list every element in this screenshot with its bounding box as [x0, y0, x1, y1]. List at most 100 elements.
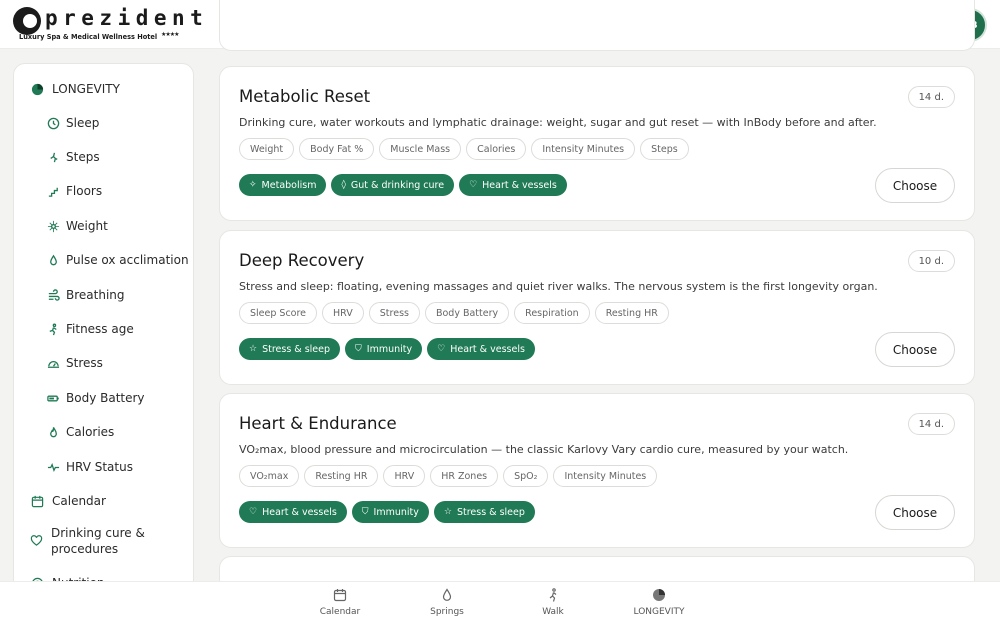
sidebar-item-body-battery[interactable]: Body Battery: [14, 389, 193, 407]
sidebar-item-label: Breathing: [66, 288, 125, 302]
sidebar-item-label: Stress: [66, 356, 103, 370]
sidebar-item-calories[interactable]: Calories: [14, 423, 193, 441]
nav-longevity[interactable]: LONGEVITY: [619, 588, 699, 617]
sidebar-section-longevity[interactable]: LONGEVITY: [14, 80, 193, 98]
heart-icon: ♡: [437, 344, 446, 354]
duration-badge: 14 d.: [907, 86, 955, 108]
sidebar-item-label: HRV Status: [66, 460, 133, 474]
sidebar-item-stress[interactable]: Stress: [14, 354, 193, 372]
choose-button[interactable]: Choose: [875, 168, 955, 203]
longevity-icon: [30, 82, 44, 96]
metric-chip: Resting HR: [594, 302, 669, 324]
shield-icon: ⛉: [355, 344, 362, 354]
stairs-icon: [46, 184, 60, 198]
focus-tag: ⛉ Immunity: [351, 501, 429, 523]
heart-icon: ♡: [249, 507, 258, 517]
weight-icon: [46, 219, 60, 233]
focus-tag: ☆ Stress & sleep: [239, 338, 341, 360]
sidebar-item-label: Pulse ox acclimation: [66, 253, 189, 267]
logo-wordmark: prezident: [45, 6, 209, 30]
program-title: Metabolic Reset: [239, 87, 371, 106]
star-icon: ☆: [249, 344, 258, 354]
sidebar-item-fitness-age[interactable]: Fitness age: [14, 320, 193, 338]
sidebar-section-label: LONGEVITY: [52, 82, 120, 96]
focus-tag: ☆ Stress & sleep: [433, 501, 535, 523]
focus-tag: ◊ Gut & drinking cure: [331, 174, 455, 196]
star-icon: ☆: [443, 507, 452, 517]
metric-chip: HRV: [383, 465, 426, 487]
program-card: Heart & Endurance 14 d. VO₂max, blood pr…: [219, 393, 975, 548]
nav-label: Calendar: [319, 607, 361, 617]
focus-tags: ☆ Stress & sleep ⛉ Immunity ♡ Heart & vesse…: [239, 338, 535, 360]
sidebar-item-steps[interactable]: Steps: [14, 148, 193, 166]
logo-stars: ★★★★: [161, 31, 179, 38]
metric-chip: Respiration: [514, 302, 590, 324]
focus-tag: ♡ Heart & vessels: [239, 501, 347, 523]
focus-tag-label: Immunity: [366, 343, 413, 355]
sidebar-item-label: Steps: [66, 150, 100, 164]
metric-chip: Intensity Minutes: [531, 138, 636, 160]
sidebar-item-label: Calories: [66, 425, 115, 439]
metric-chip: HR Zones: [430, 465, 499, 487]
metric-chip: Body Fat %: [299, 138, 375, 160]
sidebar-item-label: Calendar: [52, 494, 106, 508]
calendar-icon: [333, 589, 347, 602]
flame-icon: [46, 425, 60, 439]
metric-chip: Intensity Minutes: [553, 465, 658, 487]
program-card: Metabolic Reset 14 d. Drinking cure, wat…: [219, 66, 975, 221]
sidebar: LONGEVITY Sleep Steps Floors Weight Puls…: [13, 63, 194, 593]
sidebar-item-label: Drinking cure & procedures: [51, 526, 145, 556]
sidebar-item-label: Body Battery: [66, 391, 145, 405]
pulse-icon: [46, 460, 60, 474]
sidebar-item-label: Fitness age: [66, 322, 134, 336]
clock-icon: [46, 116, 60, 130]
sidebar-item-breathing[interactable]: Breathing: [14, 286, 193, 304]
sidebar-item-weight[interactable]: Weight: [14, 217, 193, 235]
metric-chip: Resting HR: [304, 465, 379, 487]
nav-label: Springs: [430, 607, 464, 617]
nav-walk[interactable]: Walk: [513, 588, 593, 617]
metrics-list: Sleep Score HRV Stress Body Battery Resp…: [239, 302, 669, 324]
sparkle-icon: ✧: [249, 180, 257, 190]
metric-chip: VO₂max: [239, 465, 300, 487]
drop-icon: [46, 253, 60, 267]
nav-label: LONGEVITY: [633, 607, 685, 617]
focus-tag-label: Stress & sleep: [456, 506, 525, 518]
program-title: Deep Recovery: [239, 251, 365, 270]
sidebar-item-drinking-cure[interactable]: Drinking cure & procedures: [14, 525, 164, 559]
bottom-nav: Calendar Springs Walk LONGEVITY: [0, 581, 1000, 625]
focus-tags: ✧ Metabolism ◊ Gut & drinking cure ♡ Heart …: [239, 174, 567, 196]
gauge-icon: [46, 356, 60, 370]
sidebar-item-calendar[interactable]: Calendar: [14, 492, 193, 510]
metric-chip: HRV: [322, 302, 364, 324]
metric-chip: Steps: [640, 138, 689, 160]
choose-button[interactable]: Choose: [875, 495, 955, 530]
choose-button[interactable]: Choose: [875, 332, 955, 367]
calendar-icon: [30, 494, 44, 508]
sidebar-item-label: Weight: [66, 219, 108, 233]
metric-chip: Body Battery: [424, 302, 510, 324]
focus-tag-label: Gut & drinking cure: [350, 179, 445, 191]
focus-tag: ♡ Heart & vessels: [427, 338, 535, 360]
nav-calendar[interactable]: Calendar: [300, 588, 380, 617]
focus-tag: ⛉ Immunity: [345, 338, 423, 360]
sidebar-item-floors[interactable]: Floors: [14, 182, 193, 200]
footsteps-icon: [46, 150, 60, 164]
focus-tag-label: Heart & vessels: [262, 506, 337, 518]
focus-tag-label: Heart & vessels: [482, 179, 557, 191]
program-description: Drinking cure, water workouts and lympha…: [239, 116, 877, 129]
focus-tag-label: Immunity: [373, 506, 419, 518]
logo-tagline: Luxury Spa & Medical Wellness Hotel: [19, 33, 158, 41]
focus-tag: ✧ Metabolism: [239, 174, 327, 196]
sidebar-item-pulse-ox[interactable]: Pulse ox acclimation: [14, 251, 193, 269]
hotel-logo[interactable]: prezident Luxury Spa & Medical Wellness …: [13, 6, 203, 43]
sidebar-item-sleep[interactable]: Sleep: [14, 114, 193, 132]
duration-badge: 10 d.: [907, 250, 955, 272]
nav-springs[interactable]: Springs: [407, 588, 487, 617]
heart-icon: ♡: [469, 180, 478, 190]
metric-chip: SpO₂: [503, 465, 549, 487]
battery-icon: [46, 391, 60, 405]
sidebar-item-hrv-status[interactable]: HRV Status: [14, 458, 193, 476]
metric-chip: Calories: [466, 138, 527, 160]
metric-chip: Muscle Mass: [379, 138, 462, 160]
